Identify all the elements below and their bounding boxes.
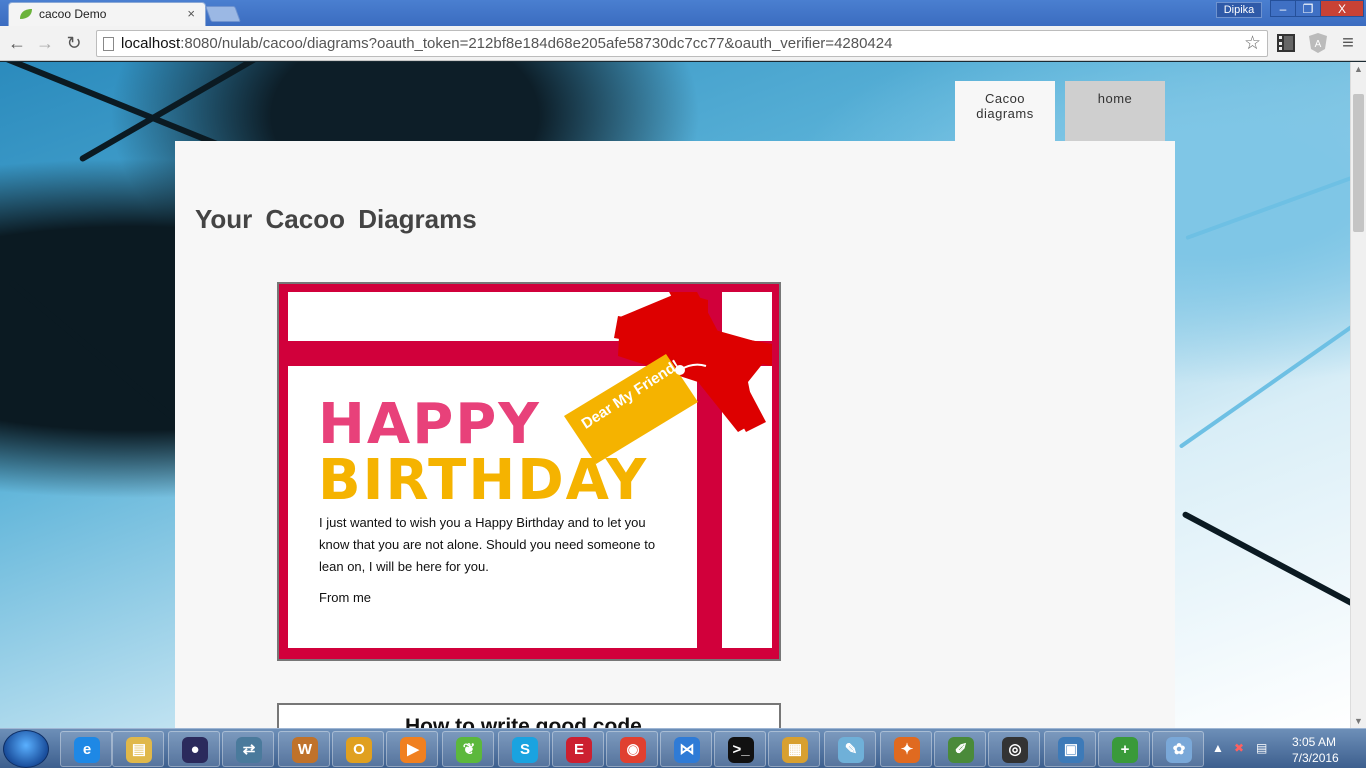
taskbar-internet-explorer-button[interactable]: e (60, 731, 112, 767)
taskbar-image-viewer-button[interactable]: ▣ (1044, 731, 1096, 767)
browser-title-bar: cacoo Demo × Dipika – ❐ X (0, 0, 1366, 26)
file-transfer-icon: ⇄ (236, 737, 262, 763)
minimize-button[interactable]: – (1270, 0, 1296, 17)
command-prompt-icon: >_ (728, 737, 754, 763)
image-viewer-icon: ▣ (1058, 737, 1084, 763)
outlook-icon: O (346, 737, 372, 763)
browser-tab[interactable]: cacoo Demo × (8, 2, 206, 26)
media-player-icon: ▶ (400, 737, 426, 763)
background-streak (1185, 167, 1350, 241)
chrome-icon: ◉ (620, 737, 646, 763)
page-icon (103, 37, 114, 51)
taskbar-greenshot-button[interactable]: + (1098, 731, 1150, 767)
word-icon: W (292, 737, 318, 763)
diagram-title: How to write good code (405, 715, 642, 728)
nav-tab-cacoo-diagrams[interactable]: Cacoo diagrams (955, 81, 1055, 141)
extension-angular-icon[interactable]: A (1308, 32, 1328, 54)
paint-icon: ✿ (1166, 737, 1192, 763)
evernote-icon: E (566, 737, 592, 763)
leaf-icon (20, 9, 32, 19)
address-bar[interactable]: localhost:8080/nulab/cacoo/diagrams?oaut… (96, 30, 1268, 57)
url-host: localhost (121, 35, 181, 52)
user-profile-badge[interactable]: Dipika (1216, 2, 1262, 18)
postman-icon: ✦ (894, 737, 920, 763)
taskbar-media-player-button[interactable]: ▶ (386, 731, 438, 767)
taskbar-evernote-button[interactable]: E (552, 731, 604, 767)
taskbar-archive-manager-button[interactable]: ▦ (768, 731, 820, 767)
taskbar-chrome-button[interactable]: ◉ (606, 731, 658, 767)
taskbar-skype-button[interactable]: S (498, 731, 550, 767)
restore-button[interactable]: ❐ (1295, 0, 1321, 17)
scroll-up-arrow-icon[interactable]: ▲ (1351, 62, 1366, 76)
windows-taskbar: e ▤ ● ⇄ W O ▶ ❦ S E ◉ ⋈ >_ ▦ ✎ ✦ ✐ ◎ ▣ + ✿ ▲ ✖ ▤ 3:05 AM 7/3… (0, 728, 1366, 768)
url-text[interactable]: localhost:8080/nulab/cacoo/diagrams?oaut… (121, 35, 892, 52)
browser-toolbar: ← → ↻ localhost:8080/nulab/cacoo/diagram… (0, 26, 1366, 61)
card-signature: From me (319, 590, 371, 605)
diagram-card-good-code[interactable]: How to write good code (277, 703, 781, 728)
vertical-scrollbar[interactable]: ▲ ▼ (1350, 62, 1366, 728)
taskbar-word-button[interactable]: W (278, 731, 330, 767)
taskbar-command-prompt-button[interactable]: >_ (714, 731, 766, 767)
taskbar-file-transfer-button[interactable]: ⇄ (222, 731, 274, 767)
system-tray: ▲ ✖ ▤ (1206, 729, 1366, 768)
birthday-heading: BIRTHDAY (318, 448, 649, 513)
reload-icon[interactable]: ↻ (62, 31, 86, 55)
tab-title: cacoo Demo (39, 7, 107, 21)
tab-close-icon[interactable]: × (187, 6, 195, 21)
clock-date[interactable]: 7/3/2016 (1292, 751, 1339, 765)
spring-tool-suite-icon: ❦ (456, 737, 482, 763)
clock-time[interactable]: 3:05 AM (1292, 735, 1336, 749)
taskbar-paint-button[interactable]: ✿ (1152, 731, 1204, 767)
new-tab-button[interactable] (205, 6, 241, 22)
scroll-thumb[interactable] (1353, 94, 1364, 232)
diagram-card-birthday[interactable]: HAPPY BIRTHDAY Dear My Friend! I just wa… (277, 282, 781, 661)
eclipse-icon: ● (182, 737, 208, 763)
svg-text:A: A (1315, 39, 1322, 50)
network-icon[interactable]: ✖ (1234, 741, 1248, 755)
url-path: :8080/nulab/cacoo/diagrams?oauth_token=2… (180, 35, 893, 52)
menu-icon[interactable]: ≡ (1336, 31, 1360, 55)
archive-manager-icon: ▦ (782, 737, 808, 763)
visual-studio-icon: ⋈ (674, 737, 700, 763)
scroll-down-arrow-icon[interactable]: ▼ (1351, 714, 1366, 728)
skype-icon: S (512, 737, 538, 763)
taskbar-outlook-button[interactable]: O (332, 731, 384, 767)
taskbar-notepad-button[interactable]: ✎ (824, 731, 876, 767)
internet-explorer-icon: e (74, 737, 100, 763)
disc-burner-icon: ◎ (1002, 737, 1028, 763)
greenshot-icon: + (1112, 737, 1138, 763)
taskbar-spring-tool-suite-button[interactable]: ❦ (442, 731, 494, 767)
start-button[interactable] (3, 730, 49, 768)
background-streak (1181, 510, 1350, 620)
taskbar-notepad-plus-plus-button[interactable]: ✐ (934, 731, 986, 767)
nav-tab-home[interactable]: home (1065, 81, 1165, 141)
page-background: Cacoo diagrams home Your Cacoo Diagrams … (0, 62, 1350, 728)
extension-film-icon[interactable] (1276, 32, 1296, 54)
taskbar-visual-studio-button[interactable]: ⋈ (660, 731, 712, 767)
notepad-plus-plus-icon: ✐ (948, 737, 974, 763)
background-streak (1178, 319, 1350, 449)
taskbar-disc-burner-button[interactable]: ◎ (988, 731, 1040, 767)
forward-arrow-icon[interactable]: → (33, 31, 57, 55)
taskbar-eclipse-button[interactable]: ● (168, 731, 220, 767)
taskbar-file-explorer-button[interactable]: ▤ (112, 731, 164, 767)
card-message: I just wanted to wish you a Happy Birthd… (319, 515, 656, 574)
page-title: Your Cacoo Diagrams (195, 204, 477, 234)
notepad-icon: ✎ (838, 737, 864, 763)
bookmark-star-icon[interactable]: ☆ (1244, 32, 1261, 55)
card-inner: HAPPY BIRTHDAY Dear My Friend! I just wa… (288, 292, 772, 648)
clipboard-icon[interactable]: ▤ (1256, 741, 1270, 755)
back-arrow-icon[interactable]: ← (5, 31, 29, 55)
tray-expand-icon[interactable]: ▲ (1212, 741, 1226, 755)
taskbar-postman-button[interactable]: ✦ (880, 731, 932, 767)
file-explorer-icon: ▤ (126, 737, 152, 763)
close-window-button[interactable]: X (1320, 0, 1364, 17)
